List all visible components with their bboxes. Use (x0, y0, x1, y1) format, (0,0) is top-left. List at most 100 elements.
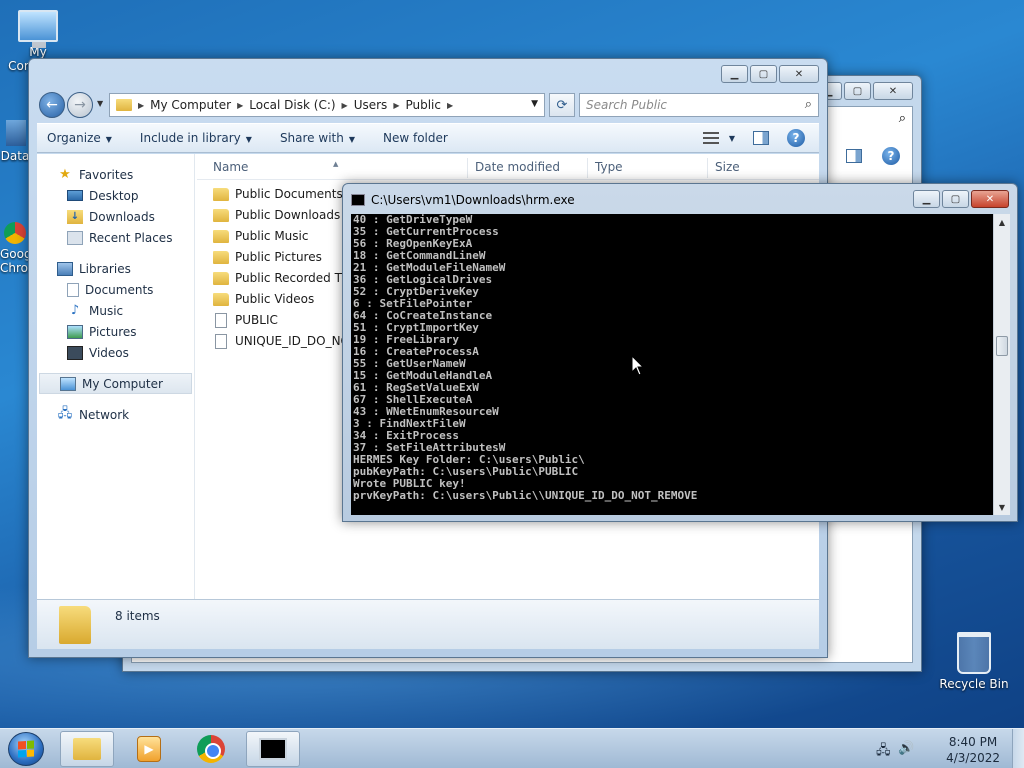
file-row[interactable]: Public Pictures (213, 247, 343, 267)
chevron-right-icon[interactable]: ▶ (447, 101, 453, 110)
maximize-button[interactable]: ▢ (942, 190, 969, 208)
include-in-library-button[interactable]: Include in library ▼ (140, 131, 252, 145)
nav-pictures[interactable]: Pictures (37, 321, 194, 342)
chrome-icon (197, 735, 225, 763)
folder-icon (213, 292, 229, 306)
file-icon (215, 333, 227, 349)
recent-pages-dropdown[interactable]: ▼ (97, 99, 103, 108)
chevron-right-icon[interactable]: ▶ (237, 101, 243, 110)
nav-downloads[interactable]: Downloads (37, 206, 194, 227)
console-output[interactable]: 40 : GetDriveTypeW 35 : GetCurrentProcess… (351, 214, 993, 515)
breadcrumb-local-disk[interactable]: Local Disk (C:) (249, 98, 335, 112)
nav-my-computer[interactable]: My Computer (39, 373, 192, 394)
console-window[interactable]: C:\Users\vm1\Downloads\hrm.exe ▁ ▢ ✕ 40 … (342, 183, 1018, 522)
refresh-button[interactable]: ⟳ (549, 93, 575, 117)
address-row: ← → ▼ ▶ My Computer ▶ Local Disk (C:) ▶ … (37, 91, 819, 119)
file-row[interactable]: PUBLIC (213, 310, 343, 330)
forward-button[interactable]: → (67, 92, 93, 118)
clock[interactable]: 8:40 PM 4/3/2022 (946, 734, 1000, 766)
file-row[interactable]: Public Documents (213, 184, 343, 204)
desktop-icon-chrome[interactable]: Google Chrome (0, 222, 28, 275)
close-button[interactable]: ✕ (779, 65, 819, 83)
column-name[interactable]: Name (213, 160, 248, 174)
nav-label: My Computer (82, 376, 163, 391)
network-status-icon[interactable]: 🖧 (876, 741, 891, 763)
scroll-up-icon[interactable]: ▲ (994, 214, 1010, 230)
column-size[interactable]: Size (715, 160, 740, 174)
console-titlebar[interactable]: C:\Users\vm1\Downloads\hrm.exe (351, 193, 575, 207)
chevron-right-icon[interactable]: ▶ (342, 101, 348, 110)
chevron-right-icon[interactable]: ▶ (138, 101, 144, 110)
help-icon[interactable]: ? (882, 147, 900, 165)
nav-libraries[interactable]: Libraries (37, 258, 194, 279)
column-divider[interactable] (587, 158, 588, 178)
column-date-modified[interactable]: Date modified (475, 160, 560, 174)
preview-pane-icon[interactable] (846, 149, 862, 163)
preview-pane-icon[interactable] (753, 131, 769, 145)
minimize-button[interactable]: ▁ (721, 65, 748, 83)
column-type[interactable]: Type (595, 160, 623, 174)
back-button[interactable]: ← (39, 92, 65, 118)
change-view-button[interactable]: ▼ (702, 132, 735, 144)
scroll-thumb[interactable] (996, 336, 1008, 356)
navigation-pane: ★ Favorites Desktop Downloads Recent Plac… (37, 154, 195, 599)
chevron-right-icon[interactable]: ▶ (393, 101, 399, 110)
breadcrumb-users[interactable]: Users (354, 98, 388, 112)
close-button[interactable]: ✕ (873, 82, 913, 100)
show-desktop-button[interactable] (1012, 729, 1024, 768)
organize-button[interactable]: Organize ▼ (47, 131, 112, 145)
address-bar[interactable]: ▶ My Computer ▶ Local Disk (C:) ▶ Users … (109, 93, 545, 117)
nav-music[interactable]: ♪ Music (37, 300, 194, 321)
search-icon[interactable]: ⌕ (805, 97, 812, 112)
taskbar-console[interactable] (246, 731, 300, 767)
file-name: Public Music (235, 229, 309, 243)
maximize-button[interactable]: ▢ (844, 82, 871, 100)
console-title: C:\Users\vm1\Downloads\hrm.exe (371, 193, 575, 207)
pictures-icon (67, 324, 83, 339)
file-name: Public Documents (235, 187, 343, 201)
minimize-button[interactable]: ▁ (913, 190, 940, 208)
caret-down-icon: ▼ (348, 135, 355, 144)
include-in-library-label: Include in library (139, 131, 241, 145)
file-name: Public Downloads (235, 208, 341, 222)
file-row[interactable]: Public Music (213, 226, 343, 246)
item-count: 8 items (115, 609, 160, 623)
share-with-button[interactable]: Share with ▼ (280, 131, 355, 145)
file-row[interactable]: Public Videos (213, 289, 343, 309)
desktop-icon-data[interactable]: Data (0, 120, 30, 163)
volume-icon[interactable]: 🔊 (898, 741, 914, 756)
chrome-icon (4, 222, 26, 244)
details-pane: 8 items (37, 599, 819, 649)
help-icon[interactable]: ? (787, 129, 805, 147)
close-button[interactable]: ✕ (971, 190, 1009, 208)
breadcrumb-my-computer[interactable]: My Computer (150, 98, 231, 112)
taskbar-chrome[interactable] (184, 731, 238, 767)
maximize-button[interactable]: ▢ (750, 65, 777, 83)
caption-buttons: ▁ ▢ ✕ (815, 82, 913, 100)
new-folder-button[interactable]: New folder (383, 131, 448, 145)
taskbar-explorer[interactable] (60, 731, 114, 767)
breadcrumb-public[interactable]: Public (405, 98, 441, 112)
star-icon: ★ (59, 167, 71, 182)
desktop-icon-recycle-bin[interactable]: Recycle Bin (938, 632, 1010, 691)
taskbar-media-player[interactable]: ▶ (122, 731, 176, 767)
file-row[interactable]: UNIQUE_ID_DO_NOT_REMOVE (213, 331, 343, 351)
file-row[interactable]: Public Downloads (213, 205, 343, 225)
nav-recent-places[interactable]: Recent Places (37, 227, 194, 248)
nav-documents[interactable]: Documents (37, 279, 194, 300)
start-button[interactable] (8, 732, 44, 766)
nav-desktop[interactable]: Desktop (37, 185, 194, 206)
scroll-down-icon[interactable]: ▼ (994, 499, 1010, 515)
console-scrollbar[interactable]: ▲ ▼ (993, 214, 1010, 515)
column-divider[interactable] (467, 158, 468, 178)
address-history-dropdown[interactable]: ▼ (531, 99, 538, 109)
column-divider[interactable] (707, 158, 708, 178)
nav-network[interactable]: 🖧 Network (37, 404, 194, 425)
search-input[interactable]: Search Public ⌕ (579, 93, 819, 117)
nav-favorites[interactable]: ★ Favorites (37, 164, 194, 185)
search-icon[interactable]: ⌕ (899, 111, 906, 126)
nav-videos[interactable]: Videos (37, 342, 194, 363)
file-row[interactable]: Public Recorded TV (213, 268, 343, 288)
